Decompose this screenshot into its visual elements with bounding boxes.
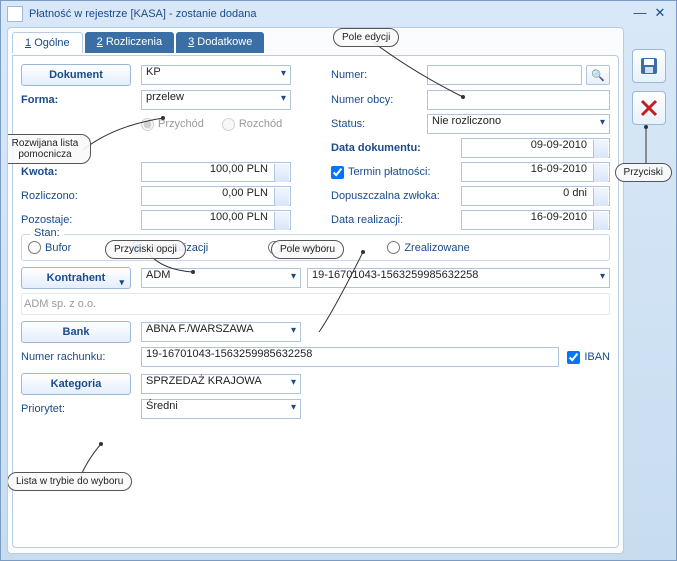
numerrach-label: Numer rachunku: — [21, 351, 141, 363]
cancel-button[interactable] — [632, 91, 666, 125]
zwloka-label: Dopuszczalna zwłoka: — [331, 190, 461, 202]
kwota-input[interactable]: 100,00 PLN — [141, 162, 291, 182]
disk-icon — [639, 56, 659, 76]
datareal-input[interactable]: 16-09-2010 — [461, 210, 610, 230]
stan-bufor-radio[interactable]: Bufor — [28, 241, 71, 254]
sidebar-buttons — [632, 49, 666, 125]
annot-przyciski-opcji: Przyciski opcji — [105, 240, 186, 259]
annot-pole-wyboru: Pole wyboru — [271, 240, 344, 259]
stan-zreal-radio[interactable]: Zrealizowane — [387, 241, 469, 254]
app-window: Płatność w rejestrze [KASA] - zostanie d… — [0, 0, 677, 561]
tab-body: Dokument KP Numer: 🔍 Forma: przelew Nume… — [12, 55, 619, 548]
tab-rozliczenia[interactable]: 2 Rozliczenia — [85, 32, 174, 53]
close-button[interactable]: ✕ — [650, 5, 670, 23]
datareal-label: Data realizacji: — [331, 214, 461, 226]
iban-checkbox[interactable]: IBAN — [567, 351, 610, 364]
numer-search-button[interactable]: 🔍 — [586, 65, 610, 85]
rozliczono-label: Rozliczono: — [21, 190, 141, 202]
client-area: 1 Ogólne 2 Rozliczenia 3 Dodatkowe Dokum… — [7, 27, 624, 554]
search-icon: 🔍 — [591, 69, 605, 82]
close-icon — [640, 99, 658, 117]
window-title: Płatność w rejestrze [KASA] - zostanie d… — [29, 8, 630, 20]
datadok-label: Data dokumentu: — [331, 142, 461, 154]
pozostaje-label: Pozostaje: — [21, 214, 141, 226]
datadok-input[interactable]: 09-09-2010 — [461, 138, 610, 158]
kontrahent-name: ADM sp. z o.o. — [21, 293, 610, 315]
kwota-label: Kwota: — [21, 166, 141, 178]
annot-lista-tryb: Lista w trybie do wyboru — [7, 472, 132, 491]
termin-input[interactable]: 16-09-2010 — [461, 162, 610, 182]
kategoria-combo[interactable]: SPRZEDAŻ KRAJOWA — [141, 374, 301, 394]
save-button[interactable] — [632, 49, 666, 83]
annot-pole-edycji: Pole edycji — [333, 28, 399, 47]
bank-button[interactable]: Bank — [21, 321, 131, 343]
annot-rozw-lista: Rozwijana lista pomocnicza — [7, 134, 91, 164]
titlebar: Płatność w rejestrze [KASA] - zostanie d… — [1, 1, 676, 27]
minimize-button[interactable]: — — [630, 5, 650, 23]
stan-legend: Stan: — [30, 227, 64, 239]
tabs: 1 Ogólne 2 Rozliczenia 3 Dodatkowe — [12, 32, 619, 53]
tab-dodatkowe[interactable]: 3 Dodatkowe — [176, 32, 264, 53]
forma-label: Forma: — [21, 94, 141, 106]
numerrach-input[interactable]: 19-16701043-1563259985632258 — [141, 347, 559, 367]
rozchod-radio: Rozchód — [222, 118, 282, 131]
termin-checkbox[interactable]: Termin płatności: — [331, 166, 461, 179]
bank-combo[interactable]: ABNA F./WARSZAWA — [141, 322, 301, 342]
dokument-combo[interactable]: KP — [141, 65, 291, 85]
zwloka-input[interactable]: 0 dni — [461, 186, 610, 206]
annot-przyciski: Przyciski — [615, 163, 672, 182]
priorytet-combo[interactable]: Średni — [141, 399, 301, 419]
pozostaje-input[interactable]: 100,00 PLN — [141, 210, 291, 230]
priorytet-label: Priorytet: — [21, 403, 141, 415]
kontrahent-button[interactable]: Kontrahent▾ — [21, 267, 131, 289]
tab-ogolne[interactable]: 1 Ogólne — [12, 32, 83, 53]
window-icon — [7, 6, 23, 22]
forma-combo[interactable]: przelew — [141, 90, 291, 110]
dokument-button[interactable]: Dokument — [21, 64, 131, 86]
status-label: Status: — [331, 118, 427, 130]
status-combo[interactable]: Nie rozliczono — [427, 114, 610, 134]
kategoria-button[interactable]: Kategoria — [21, 373, 131, 395]
rozliczono-input[interactable]: 0,00 PLN — [141, 186, 291, 206]
